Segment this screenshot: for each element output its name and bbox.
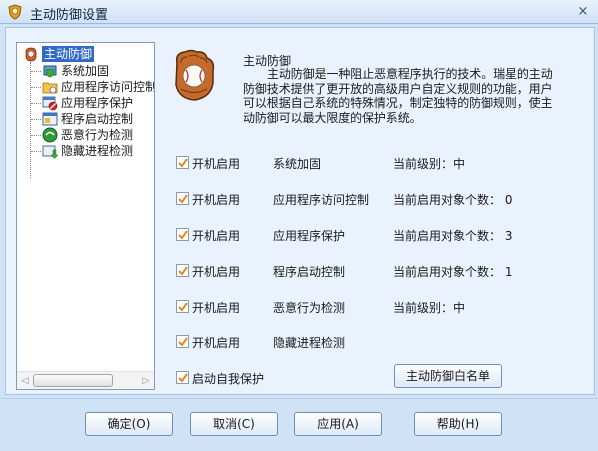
feature-row-app-access-control: 开机启用 应用程序访问控制 当前启用对象个数： 0 xyxy=(176,191,536,207)
feature-status: 当前启用对象个数： 3 xyxy=(393,229,513,243)
ok-button[interactable]: 确定(O) xyxy=(85,412,173,436)
self-protect-checkbox[interactable] xyxy=(176,371,189,384)
scroll-left-arrow[interactable]: ◁ xyxy=(18,374,32,388)
footer-divider xyxy=(0,398,598,399)
section-description: 主动防御是一种阻止恶意程序执行的技术。瑞星的主动防御技术提供了更开放的高级用户自… xyxy=(243,67,553,125)
tree-connector xyxy=(31,71,41,72)
feature-status: 当前启用对象个数： 0 xyxy=(393,193,513,207)
tree-item-label: 程序启动控制 xyxy=(61,112,134,126)
tree-item-label: 隐藏进程检测 xyxy=(61,144,134,158)
tree-item-label: 恶意行为检测 xyxy=(61,128,134,142)
tree-item-label: 应用程序保护 xyxy=(61,96,134,110)
feature-row-hidden-process-detection: 开机启用 隐藏进程检测 xyxy=(176,334,536,350)
tree-connector xyxy=(31,87,41,88)
checkmark-icon xyxy=(178,194,188,204)
startup-enable-checkbox[interactable] xyxy=(176,192,189,205)
glove-icon xyxy=(25,47,37,62)
feature-name: 系统加固 xyxy=(273,157,322,171)
tree-item-app-access-control[interactable]: 应用程序访问控制 xyxy=(42,79,154,95)
checkmark-icon xyxy=(178,373,188,383)
tree-item-malware-detection[interactable]: 恶意行为检测 xyxy=(42,127,133,143)
feature-name: 应用程序访问控制 xyxy=(273,193,370,207)
tree-item-program-start-control[interactable]: 程序启动控制 xyxy=(42,111,133,127)
tree-item-system-hardening[interactable]: 系统加固 xyxy=(42,63,109,79)
startup-enable-checkbox[interactable] xyxy=(176,300,189,313)
tree-item-hidden-process-detection[interactable]: 隐藏进程检测 xyxy=(42,143,133,159)
feature-name: 程序启动控制 xyxy=(273,265,346,279)
startup-enable-checkbox[interactable] xyxy=(176,335,189,348)
checkmark-icon xyxy=(178,158,188,168)
window-title: 主动防御设置 xyxy=(30,8,109,23)
checkbox-label: 开机启用 xyxy=(192,157,241,171)
hidden-process-icon xyxy=(42,145,58,159)
shield-system-icon xyxy=(43,65,57,78)
rising-lion-icon xyxy=(8,4,22,20)
tree-item-active-defense[interactable]: 主动防御 xyxy=(23,46,95,62)
app-protect-icon xyxy=(42,96,58,111)
tree-connector xyxy=(31,103,41,104)
navigation-tree-panel: 主动防御 系统加固 应用程序访问控制 应用程序保护 程序启动控制 恶意行为检测 … xyxy=(16,42,155,390)
feature-row-system-hardening: 开机启用 系统加固 当前级别：中 xyxy=(176,155,536,171)
active-defense-glove-icon xyxy=(175,49,215,101)
cancel-button[interactable]: 取消(C) xyxy=(190,412,278,436)
folder-access-icon xyxy=(42,82,58,94)
feature-status: 当前级别：中 xyxy=(393,301,466,315)
checkmark-icon xyxy=(178,266,188,276)
scrollbar-thumb[interactable] xyxy=(33,374,113,387)
tree-connector xyxy=(31,119,41,120)
checkmark-icon xyxy=(178,230,188,240)
feature-name: 恶意行为检测 xyxy=(273,301,346,315)
checkmark-icon xyxy=(178,337,188,347)
tree-item-app-protection[interactable]: 应用程序保护 xyxy=(42,95,133,111)
startup-enable-checkbox[interactable] xyxy=(176,264,189,277)
feature-row-malware-detection: 开机启用 恶意行为检测 当前级别：中 xyxy=(176,299,536,315)
checkbox-label: 开机启用 xyxy=(192,265,241,279)
scroll-right-arrow[interactable]: ▷ xyxy=(139,374,153,388)
feature-name: 隐藏进程检测 xyxy=(273,336,346,350)
feature-row-program-start-control: 开机启用 程序启动控制 当前启用对象个数： 1 xyxy=(176,263,536,279)
feature-row-app-protection: 开机启用 应用程序保护 当前启用对象个数： 3 xyxy=(176,227,536,243)
tree-connector xyxy=(30,62,31,178)
startup-enable-checkbox[interactable] xyxy=(176,156,189,169)
help-button[interactable]: 帮助(H) xyxy=(414,412,502,436)
tree-item-label: 应用程序访问控制 xyxy=(61,80,154,94)
checkbox-label: 开机启用 xyxy=(192,301,241,315)
close-button[interactable]: × xyxy=(574,3,592,21)
self-protect-label: 启动自我保护 xyxy=(192,372,265,386)
tree-item-label: 系统加固 xyxy=(61,64,110,78)
whitelist-button[interactable]: 主动防御白名单 xyxy=(394,364,502,388)
tree-connector xyxy=(31,151,41,152)
title-bar: 主动防御设置 × xyxy=(0,0,598,24)
tree-item-label: 主动防御 xyxy=(42,46,95,62)
feature-name: 应用程序保护 xyxy=(273,229,346,243)
program-start-icon xyxy=(42,112,58,126)
startup-enable-checkbox[interactable] xyxy=(176,228,189,241)
feature-status: 当前级别：中 xyxy=(393,157,466,171)
feature-status: 当前启用对象个数： 1 xyxy=(393,265,513,279)
tree-horizontal-scrollbar[interactable]: ◁ ▷ xyxy=(17,371,154,389)
tree-connector xyxy=(31,135,41,136)
navigation-tree: 主动防御 系统加固 应用程序访问控制 应用程序保护 程序启动控制 恶意行为检测 … xyxy=(17,43,154,373)
checkmark-icon xyxy=(178,302,188,312)
checkbox-label: 开机启用 xyxy=(192,229,241,243)
checkbox-label: 开机启用 xyxy=(192,193,241,207)
checkbox-label: 开机启用 xyxy=(192,336,241,350)
malware-detect-icon xyxy=(42,127,58,143)
apply-button[interactable]: 应用(A) xyxy=(294,412,382,436)
